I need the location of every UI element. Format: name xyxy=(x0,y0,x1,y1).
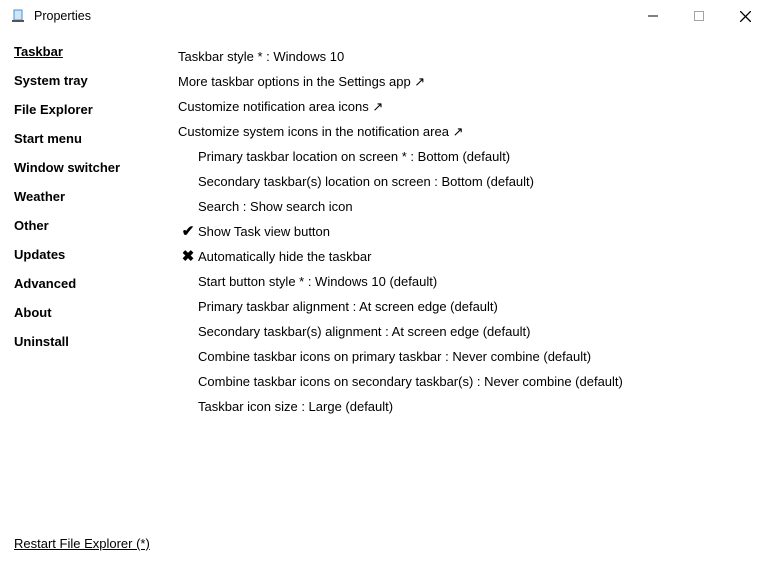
link-label: Customize system icons in the notificati… xyxy=(178,119,463,144)
sidebar: Taskbar System tray File Explorer Start … xyxy=(14,44,178,529)
link-taskbar-style[interactable]: Taskbar style * : Windows 10 xyxy=(178,44,768,69)
sidebar-item-weather[interactable]: Weather xyxy=(14,189,178,204)
link-label: Customize notification area icons ↗ xyxy=(178,94,383,119)
link-customize-notification[interactable]: Customize notification area icons ↗ xyxy=(178,94,768,119)
setting-combine_secondary[interactable]: Combine taskbar icons on secondary taskb… xyxy=(178,369,768,394)
setting-label: Show Task view button xyxy=(198,219,330,244)
setting-label: Search : Show search icon xyxy=(198,194,353,219)
sidebar-item-window-switcher[interactable]: Window switcher xyxy=(14,160,178,175)
sidebar-item-about[interactable]: About xyxy=(14,305,178,320)
setting-label: Primary taskbar location on screen * : B… xyxy=(198,144,510,169)
sidebar-item-advanced[interactable]: Advanced xyxy=(14,276,178,291)
app-icon xyxy=(10,8,26,24)
setting-start_style[interactable]: Start button style * : Windows 10 (defau… xyxy=(178,269,768,294)
setting-icon_size[interactable]: Taskbar icon size : Large (default) xyxy=(178,394,768,419)
sidebar-item-updates[interactable]: Updates xyxy=(14,247,178,262)
setting-secondary_location[interactable]: Secondary taskbar(s) location on screen … xyxy=(178,169,768,194)
sidebar-item-start-menu[interactable]: Start menu xyxy=(14,131,178,146)
sidebar-item-system-tray[interactable]: System tray xyxy=(14,73,178,88)
sidebar-item-other[interactable]: Other xyxy=(14,218,178,233)
setting-label: Combine taskbar icons on primary taskbar… xyxy=(198,344,591,369)
content: Taskbar System tray File Explorer Start … xyxy=(0,32,768,529)
maximize-button xyxy=(676,0,722,32)
setting-label: Secondary taskbar(s) location on screen … xyxy=(198,169,534,194)
window-title: Properties xyxy=(34,9,91,23)
restart-file-explorer-link[interactable]: Restart File Explorer (*) xyxy=(14,536,150,551)
setting-secondary_align[interactable]: Secondary taskbar(s) alignment : At scre… xyxy=(178,319,768,344)
setting-label: Secondary taskbar(s) alignment : At scre… xyxy=(198,319,530,344)
link-label: More taskbar options in the Settings app… xyxy=(178,69,425,94)
sidebar-item-taskbar[interactable]: Taskbar xyxy=(14,44,178,59)
setting-label: Taskbar icon size : Large (default) xyxy=(198,394,393,419)
titlebar: Properties xyxy=(0,0,768,32)
setting-primary_align[interactable]: Primary taskbar alignment : At screen ed… xyxy=(178,294,768,319)
setting-search[interactable]: Search : Show search icon xyxy=(178,194,768,219)
sidebar-item-uninstall[interactable]: Uninstall xyxy=(14,334,178,349)
setting-auto_hide[interactable]: ✖Automatically hide the taskbar xyxy=(178,244,768,269)
setting-label: Primary taskbar alignment : At screen ed… xyxy=(198,294,498,319)
window-controls xyxy=(630,0,768,32)
cross-icon: ✖ xyxy=(178,244,198,269)
link-customize-system-icons[interactable]: Customize system icons in the notificati… xyxy=(178,119,768,144)
setting-label: Combine taskbar icons on secondary taskb… xyxy=(198,369,623,394)
setting-task_view[interactable]: ✔Show Task view button xyxy=(178,219,768,244)
link-more-options[interactable]: More taskbar options in the Settings app… xyxy=(178,69,768,94)
link-label: Taskbar style * : Windows 10 xyxy=(178,44,344,69)
sidebar-item-file-explorer[interactable]: File Explorer xyxy=(14,102,178,117)
setting-label: Start button style * : Windows 10 (defau… xyxy=(198,269,437,294)
setting-primary_location[interactable]: Primary taskbar location on screen * : B… xyxy=(178,144,768,169)
setting-combine_primary[interactable]: Combine taskbar icons on primary taskbar… xyxy=(178,344,768,369)
check-icon: ✔ xyxy=(178,219,198,244)
minimize-button[interactable] xyxy=(630,0,676,32)
close-button[interactable] xyxy=(722,0,768,32)
main-panel: Taskbar style * : Windows 10 More taskba… xyxy=(178,44,768,529)
setting-label: Automatically hide the taskbar xyxy=(198,244,371,269)
